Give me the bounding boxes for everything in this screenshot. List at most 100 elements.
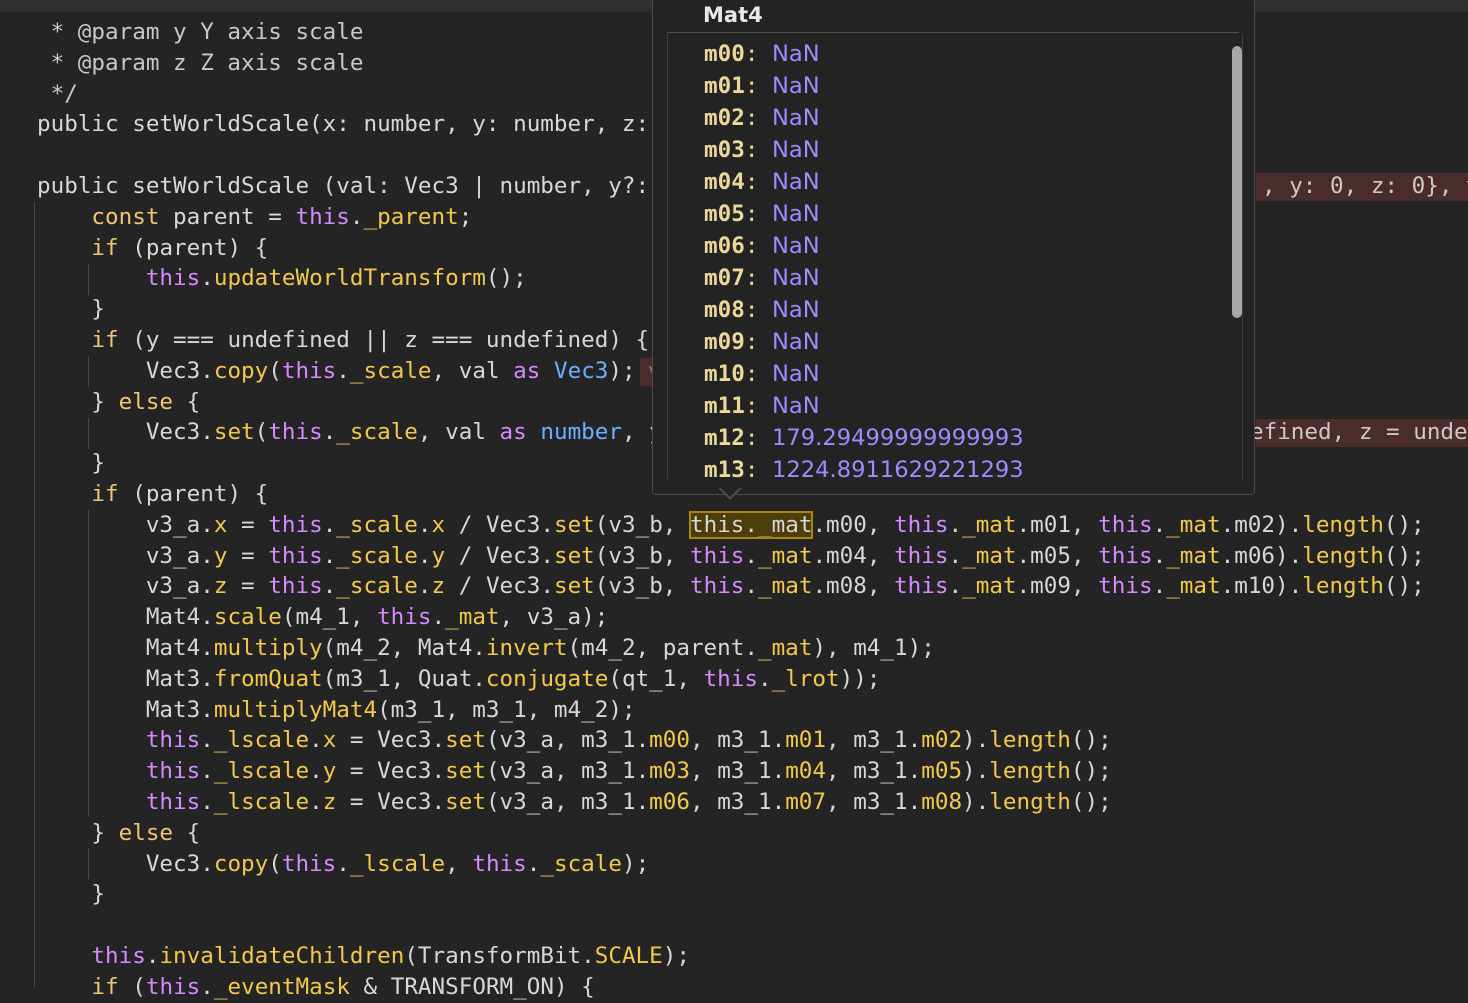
code-token: ();	[1070, 789, 1112, 815]
field-colon: :	[744, 233, 773, 259]
code-token: .	[200, 758, 214, 785]
field-name: m08	[704, 297, 745, 323]
code-token: ();	[1383, 573, 1425, 600]
code-token: v3_a.	[37, 542, 214, 569]
code-token: (parent) {	[118, 234, 269, 261]
code-token: );	[662, 943, 690, 969]
code-token: (parent) {	[118, 481, 269, 507]
code-token: .m09,	[1016, 573, 1099, 600]
code-token: this	[268, 573, 323, 600]
hover-pointer-fill	[720, 487, 740, 497]
code-token: ();	[1070, 727, 1112, 754]
code-token: .	[744, 542, 759, 569]
code-token: Vec3.	[37, 850, 214, 877]
hover-field-m09: m09: NaN	[704, 326, 820, 358]
hover-field-m03: m03: NaN	[704, 134, 820, 166]
field-name: m04	[704, 169, 745, 195]
code-token: .	[431, 604, 446, 631]
code-line: if (this._eventMask & TRANSFORM_ON) {	[37, 972, 1468, 1003]
code-token: _scale	[336, 419, 418, 446]
field-colon: :	[744, 41, 773, 67]
code-token: this	[268, 511, 323, 538]
code-token: invert	[485, 635, 568, 661]
code-token: _mat	[758, 542, 813, 569]
code-token: Vec3.	[37, 357, 214, 384]
code-token: (	[268, 850, 282, 877]
inline-hint-text: efined, z = unde	[1250, 419, 1468, 445]
code-token: this	[268, 542, 323, 569]
code-token: * @param z Z axis scale	[37, 49, 364, 76]
code-token: if	[91, 234, 119, 261]
code-token: .	[349, 203, 364, 230]
code-token: set	[553, 573, 595, 600]
code-token: _mat	[1166, 573, 1221, 600]
code-token: (	[118, 973, 146, 1000]
code-token: length	[989, 727, 1071, 754]
code-token: _lrot	[771, 665, 840, 692]
code-token: ));	[839, 665, 881, 692]
code-token: set	[445, 727, 486, 754]
code-line: } else {	[37, 818, 1468, 849]
code-token: .m01,	[1016, 511, 1099, 538]
field-name: m10	[704, 361, 745, 387]
code-token: = Vec3.	[336, 789, 446, 815]
code-token: const	[91, 203, 160, 230]
field-name: m03	[704, 137, 745, 163]
indent-guide	[34, 202, 35, 988]
code-token: Mat3.	[37, 696, 214, 723]
field-value: NaN	[772, 201, 820, 227]
hover-field-list[interactable]: m00: NaN m01: NaN m02: NaN m03: NaN m04: NaN…	[667, 34, 1243, 479]
code-line: Mat4.multiply(m4_2, Mat4.invert(m4_2, pa…	[37, 633, 1468, 664]
code-token: ();	[1070, 758, 1112, 785]
hover-field-m08: m08: NaN	[704, 294, 820, 326]
code-token: .	[336, 357, 350, 384]
hover-field-m13: m13: 1224.8911629221293	[704, 454, 1024, 479]
code-token: .m04,	[812, 542, 895, 569]
code-token: this	[281, 850, 337, 877]
code-line: v3_a.x = this._scale.x / Vec3.set(v3_b, …	[37, 510, 1468, 541]
hover-tooltip[interactable]: Mat4 m00: NaN m01: NaN m02: NaN m03: NaN m04…	[652, 0, 1255, 495]
code-token: , m3_1.	[826, 758, 922, 785]
code-token: _mat	[962, 573, 1017, 600]
code-token: _parent	[363, 203, 459, 230]
code-token: length	[1302, 573, 1384, 600]
code-line: Mat4.scale(m4_1, this._mat, v3_a);	[37, 602, 1468, 633]
code-token: }	[37, 388, 119, 415]
hover-scrollbar[interactable]	[1232, 46, 1242, 318]
code-token: length	[1302, 511, 1384, 538]
code-token: this	[145, 973, 201, 1000]
code-token: parent =	[159, 203, 296, 230]
code-token: _mat	[962, 542, 1017, 569]
code-token: as	[513, 357, 541, 384]
code-token: m04	[785, 758, 827, 785]
code-token: m00	[649, 727, 690, 754]
field-name: m02	[704, 105, 745, 131]
code-token: .	[322, 511, 337, 538]
code-token: =	[227, 573, 269, 600]
code-token: _scale	[336, 542, 418, 569]
code-token: updateWorldTransform	[213, 265, 486, 292]
code-token: .	[200, 727, 214, 754]
code-token: (m4_2, parent.	[567, 635, 758, 661]
code-token: multiply	[213, 635, 323, 661]
code-token: number	[540, 419, 622, 446]
code-token: y	[431, 542, 446, 569]
field-value: 179.29499999999993	[772, 425, 1024, 451]
code-line: Vec3.copy(this._lscale, this._scale);	[37, 849, 1468, 880]
code-token: _mat	[758, 573, 813, 600]
code-token: ;	[458, 203, 473, 230]
code-token: Mat4.	[37, 635, 214, 661]
code-token: .	[336, 850, 350, 877]
hover-field-m10: m10: NaN	[704, 358, 820, 390]
field-colon: :	[744, 393, 773, 419]
code-token: m07	[785, 789, 827, 815]
code-token: public setWorldScale(x: number, y: numbe…	[37, 111, 663, 138]
code-token: (v3_a, m3_1.	[485, 789, 650, 815]
code-token: .m00,	[812, 511, 895, 538]
